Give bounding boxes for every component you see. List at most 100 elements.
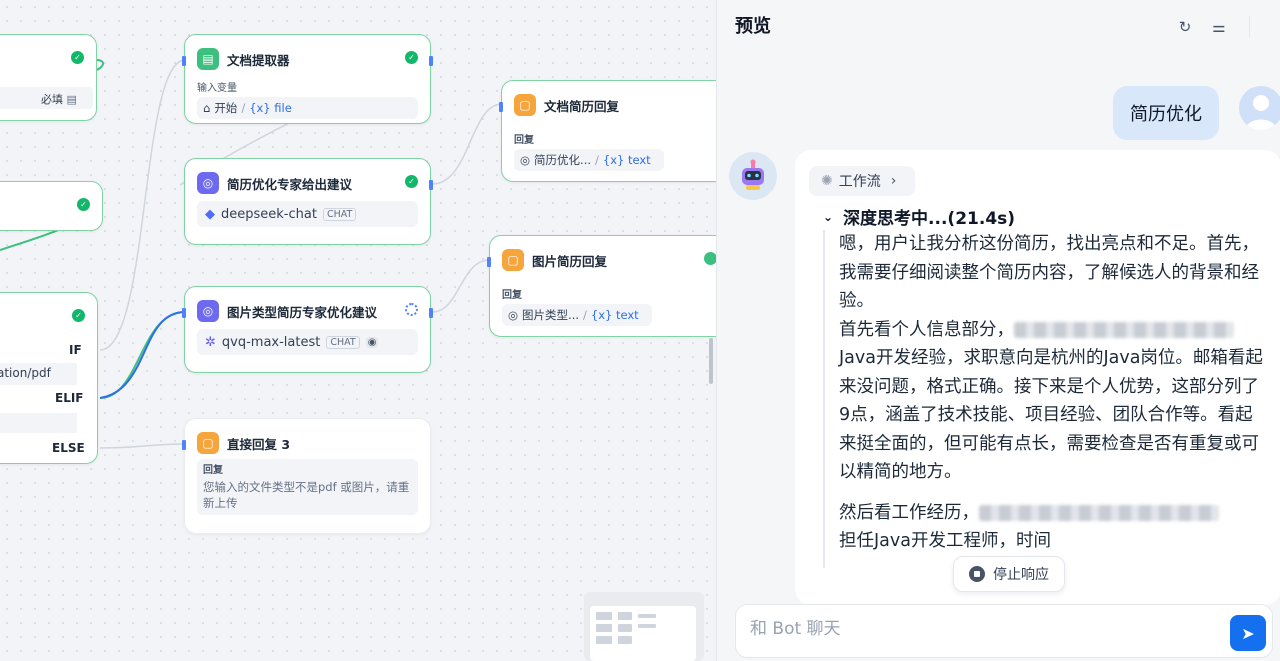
reply-label: 回复 xyxy=(514,135,534,146)
stop-response-button[interactable]: 停止响应 xyxy=(953,556,1065,592)
elif-label: ELIF xyxy=(55,391,84,405)
chat-input-box[interactable]: ➤ xyxy=(735,604,1273,658)
thinking-text: Java开发经验，求职意向是杭州的Java岗位。邮箱看起来没问题，格式正确。接下… xyxy=(839,348,1263,482)
node-title: 图片简历回复 xyxy=(532,253,608,269)
image-expert-node[interactable]: ◎ 图片类型简历专家优化建议 ✲ qvq-max-latest CHAT ◉ xyxy=(182,286,433,373)
input-port[interactable] xyxy=(182,56,186,66)
thinking-text: 嗯，用户让我分析这份简历，找出亮点和不足。首先，我需要仔细阅读整个简历内容，了解… xyxy=(839,234,1259,311)
model-row: ✲ qvq-max-latest CHAT ◉ xyxy=(197,329,418,355)
chevron-right-icon: › xyxy=(890,173,897,189)
model-name: deepseek-chat xyxy=(221,206,317,222)
reply-icon: ▢ xyxy=(197,432,219,454)
branch-node[interactable]: ✓ xyxy=(0,181,103,231)
whale-icon: ◆ xyxy=(205,206,215,222)
thinking-toggle[interactable]: ⌄ 深度思考中...(21.4s) xyxy=(823,204,1015,229)
input-port[interactable] xyxy=(499,102,503,112)
canvas-scrollbar[interactable] xyxy=(709,338,713,384)
llm-small-icon: ◎ xyxy=(520,153,531,167)
reply-text: 您输入的文件类型不是pdf 或图片，请重新上传 xyxy=(203,480,410,510)
var-source: 开始 xyxy=(214,101,238,115)
doc-extractor-node[interactable]: ▤ 文档提取器 ✓ 输入变量 ⌂ 开始 / {x} file xyxy=(182,34,433,124)
llm-small-icon: ◎ xyxy=(508,308,519,322)
bot-avatar xyxy=(729,152,777,200)
reply-content: 回复 您输入的文件类型不是pdf 或图片，请重新上传 xyxy=(197,459,418,515)
user-avatar xyxy=(1239,86,1280,130)
reply-icon: ▢ xyxy=(502,249,524,271)
reply-label: 回复 xyxy=(203,465,223,476)
node-title: 图片类型简历专家优化建议 xyxy=(227,304,378,320)
settings-icon[interactable]: ⚌ xyxy=(1209,17,1229,37)
node-title: 简历优化专家给出建议 xyxy=(227,176,353,192)
doc-reply-node[interactable]: ▢ 文档简历回复 回复 ◎ 简历优化... / {x} text xyxy=(499,80,716,182)
preview-panel: 预览 ↻ ⚌ 简历优化 ✺ 工作流 › ⌄ 深度思考中...(21.4s) 嗯，… xyxy=(716,0,1280,661)
input-port[interactable] xyxy=(487,257,491,267)
var-name: {x} text xyxy=(590,308,639,322)
doc-icon: ▤ xyxy=(197,48,219,70)
input-label: 输入变量 xyxy=(197,83,237,94)
thinking-title: 深度思考中...(21.4s) xyxy=(843,209,1016,229)
variable-row: ◎ 简历优化... / {x} text xyxy=(514,149,664,171)
thinking-text: 然后看工作经历， xyxy=(839,502,979,523)
panel-title: 预览 xyxy=(735,16,771,37)
required-label: 必填 xyxy=(41,93,63,106)
stop-icon xyxy=(969,566,985,582)
llm-icon: ◎ xyxy=(197,172,219,194)
workflow-toggle[interactable]: ✺ 工作流 › xyxy=(809,166,915,196)
reply-label: 回复 xyxy=(502,290,522,301)
thinking-text: 首先看个人信息部分， xyxy=(839,319,1014,340)
send-button[interactable]: ➤ xyxy=(1230,615,1266,651)
variable-row: ◎ 图片类型... / {x} text xyxy=(502,304,652,326)
qwen-icon: ✲ xyxy=(205,334,216,350)
check-icon: ✓ xyxy=(405,175,418,188)
loading-icon xyxy=(405,303,418,316)
minimap[interactable] xyxy=(584,592,704,661)
node-title: 文档简历回复 xyxy=(544,98,620,114)
chevron-down-icon: ⌄ xyxy=(823,209,834,224)
if-label: IF xyxy=(69,343,82,357)
eye-icon: ◉ xyxy=(365,336,379,348)
refresh-icon[interactable]: ↻ xyxy=(1175,17,1195,37)
condition-row-2 xyxy=(0,413,77,433)
input-port[interactable] xyxy=(182,308,186,318)
check-icon: ✓ xyxy=(405,51,418,64)
redacted-text xyxy=(979,504,1219,521)
thinking-text: 担任Java开发工程师，时间 xyxy=(839,531,1051,551)
resume-expert-node[interactable]: ◎ 简历优化专家给出建议 ✓ ◆ deepseek-chat CHAT xyxy=(184,158,433,245)
node-title: 直接回复 3 xyxy=(227,436,291,452)
direct-reply-node[interactable]: ▢ 直接回复 3 回复 您输入的文件类型不是pdf 或图片，请重新上传 xyxy=(182,418,431,534)
model-name: qvq-max-latest xyxy=(221,334,321,350)
robot-icon xyxy=(742,159,764,190)
user-avatar-icon xyxy=(1245,95,1277,130)
model-tag: CHAT xyxy=(326,335,360,349)
workflow-canvas[interactable]: ✓ 必填 ▤ ✓ ✓ IF ation/pdf ELIF ELSE ▤ 文档提取… xyxy=(0,0,716,661)
check-icon: ✓ xyxy=(71,51,84,64)
var-name: {x} text xyxy=(602,153,651,167)
else-label: ELSE xyxy=(52,441,85,455)
output-port[interactable] xyxy=(429,56,433,66)
reply-icon: ▢ xyxy=(514,94,536,116)
var-name: {x} file xyxy=(249,101,292,115)
stop-label: 停止响应 xyxy=(993,567,1049,583)
chat-input[interactable] xyxy=(750,619,1210,639)
send-icon: ➤ xyxy=(1241,623,1255,643)
doc-icon: ▤ xyxy=(66,93,77,106)
ifelse-node[interactable]: ✓ IF ation/pdf ELIF ELSE xyxy=(0,292,98,464)
output-port[interactable] xyxy=(429,308,433,318)
bot-message-card: ✺ 工作流 › ⌄ 深度思考中...(21.4s) 嗯，用户让我分析这份简历，找… xyxy=(795,150,1280,605)
var-source: 图片类型... xyxy=(522,308,580,322)
condition-row: ation/pdf xyxy=(0,363,77,385)
start-node[interactable]: ✓ 必填 ▤ xyxy=(0,34,97,121)
workflow-label: 工作流 xyxy=(838,174,881,190)
image-reply-node[interactable]: ▢ 图片简历回复 回复 ◎ 图片类型... / {x} text xyxy=(487,235,716,337)
node-title: 文档提取器 xyxy=(227,52,290,68)
loading-icon: ✺ xyxy=(821,173,833,189)
variable-row: ⌂ 开始 / {x} file xyxy=(197,97,418,119)
user-message: 简历优化 xyxy=(1113,86,1219,140)
model-row: ◆ deepseek-chat CHAT xyxy=(197,201,418,227)
check-icon: ✓ xyxy=(72,309,85,322)
home-icon: ⌂ xyxy=(203,101,211,115)
input-port[interactable] xyxy=(182,440,186,450)
status-dot xyxy=(704,252,716,265)
divider xyxy=(1249,16,1250,38)
output-port[interactable] xyxy=(429,180,433,190)
